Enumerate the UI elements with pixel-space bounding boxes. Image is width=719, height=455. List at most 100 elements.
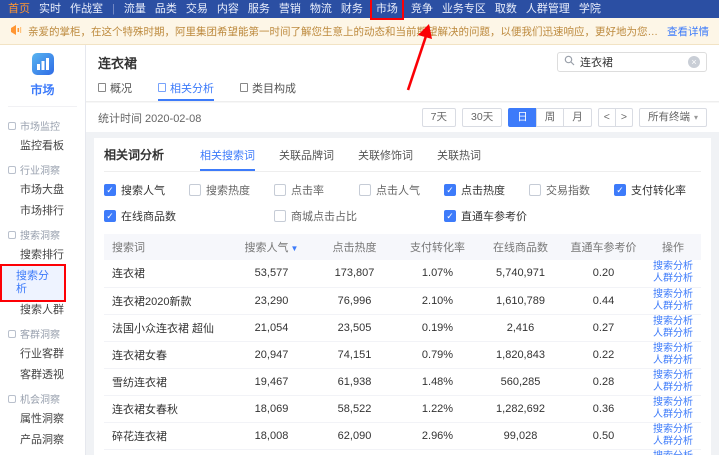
search-analysis-link[interactable]: 搜索分析 <box>649 316 697 328</box>
metric-checkbox-click-rate[interactable]: ✓点击率 <box>274 182 359 198</box>
doc-icon <box>98 83 106 92</box>
column-header-payment-conversion[interactable]: 支付转化率 <box>396 234 479 260</box>
nav-item-business-zone[interactable]: 业务专区 <box>442 0 486 18</box>
nav-item-traffic[interactable]: 流量 <box>124 0 146 18</box>
nav-item-logistics[interactable]: 物流 <box>310 0 332 18</box>
sort-desc-icon[interactable]: ▼ <box>291 244 299 253</box>
metric-checkbox-ztc-reference-price[interactable]: ✓直通车参考价 <box>444 208 614 224</box>
tab-related-brand-words[interactable]: 关联品牌词 <box>279 147 334 171</box>
sidebar-item-market-rank[interactable]: 市场排行 <box>0 201 85 222</box>
terminal-label: 所有终端 <box>648 111 690 124</box>
nav-item-market[interactable]: 市场 <box>372 0 402 18</box>
search-analysis-link[interactable]: 搜索分析 <box>649 370 697 382</box>
crowd-analysis-link[interactable]: 人群分析 <box>649 355 697 367</box>
metric-checkbox-payment-conversion[interactable]: ✓支付转化率 <box>614 182 699 198</box>
tab-related-hot-words[interactable]: 关联热词 <box>437 147 481 171</box>
tab-overview[interactable]: 概况 <box>98 76 132 101</box>
next-date-button[interactable]: > <box>615 108 633 127</box>
crowd-analysis-link[interactable]: 人群分析 <box>649 273 697 285</box>
column-header-search-popularity[interactable]: 搜索人气▼ <box>230 234 313 260</box>
group-label: 机会洞察 <box>20 391 60 406</box>
crowd-analysis-link[interactable]: 人群分析 <box>649 409 697 421</box>
column-header-click-heat[interactable]: 点击热度 <box>313 234 396 260</box>
crowd-analysis-link[interactable]: 人群分析 <box>649 436 697 448</box>
notice-detail-link[interactable]: 查看详情 <box>667 24 709 39</box>
metric-checkbox-click-popularity[interactable]: ✓点击人气 <box>359 182 444 198</box>
metric-checkbox-mall-click-ratio[interactable]: ✓商城点击占比 <box>274 208 444 224</box>
metric-cell: 2,416 <box>479 314 562 341</box>
crowd-analysis-link[interactable]: 人群分析 <box>649 301 697 313</box>
checkbox-icon: ✓ <box>274 184 286 196</box>
column-header-online-products[interactable]: 在线商品数 <box>479 234 562 260</box>
tab-related-search-words[interactable]: 相关搜索词 <box>200 147 255 171</box>
doc-icon <box>158 83 166 92</box>
table-row: 连衣裙女春 20,947 74,151 0.79% 1,820,843 0.22… <box>104 341 701 368</box>
page-title: 连衣裙 <box>98 53 137 72</box>
nav-item-finance[interactable]: 财务 <box>341 0 363 18</box>
nav-item-crowd-management[interactable]: 人群管理 <box>526 0 570 18</box>
sidebar-item-monitor-board[interactable]: 监控看板 <box>0 136 85 157</box>
sidebar-module-label[interactable]: 市场 <box>8 81 77 98</box>
metric-checkbox-search-heat[interactable]: ✓搜索热度 <box>189 182 274 198</box>
related-words-panel: 相关词分析 相关搜索词 关联品牌词 关联修饰词 关联热词 ✓搜索人气 ✓搜索热度… <box>94 138 711 455</box>
column-header-ztc-price[interactable]: 直通车参考价 <box>562 234 645 260</box>
sidebar-group-crowd-insight: 客群洞察 <box>0 321 85 344</box>
metric-checkbox-online-products[interactable]: ✓在线商品数 <box>104 208 274 224</box>
keyword-cell: 孕妇连衣裙 <box>104 449 230 455</box>
sidebar-item-attribute-insight[interactable]: 属性洞察 <box>0 409 85 430</box>
nav-item-realtime[interactable]: 实时 <box>39 0 61 18</box>
metric-checkbox-row-1: ✓搜索人气 ✓搜索热度 ✓点击率 ✓点击人气 ✓点击热度 ✓交易指数 ✓支付转化… <box>104 182 701 198</box>
tab-related-modifier-words[interactable]: 关联修饰词 <box>358 147 413 171</box>
sidebar-item-industry-crowd[interactable]: 行业客群 <box>0 344 85 365</box>
metric-checkbox-click-heat[interactable]: ✓点击热度 <box>444 182 529 198</box>
metric-label: 商城点击占比 <box>291 208 357 224</box>
crowd-analysis-link[interactable]: 人群分析 <box>649 328 697 340</box>
range-30d-button[interactable]: 30天 <box>462 108 502 127</box>
nav-item-marketing[interactable]: 营销 <box>279 0 301 18</box>
nav-item-academy[interactable]: 学院 <box>579 0 601 18</box>
metric-label: 支付转化率 <box>631 182 686 198</box>
search-analysis-link[interactable]: 搜索分析 <box>649 451 697 455</box>
period-week-button[interactable]: 周 <box>536 108 565 127</box>
metric-cell: 560,285 <box>479 368 562 395</box>
metric-checkbox-search-popularity[interactable]: ✓搜索人气 <box>104 182 189 198</box>
search-analysis-link[interactable]: 搜索分析 <box>649 343 697 355</box>
range-7d-button[interactable]: 7天 <box>422 108 456 127</box>
metric-label: 搜索人气 <box>121 182 165 198</box>
clear-icon[interactable]: × <box>688 56 700 68</box>
sidebar-item-search-rank[interactable]: 搜索排行 <box>0 245 85 266</box>
terminal-select[interactable]: 所有终端▾ <box>639 108 707 127</box>
sidebar-item-product-insight[interactable]: 产品洞察 <box>0 430 85 451</box>
search-input[interactable]: 连衣裙 <box>580 54 683 70</box>
metric-label: 在线商品数 <box>121 208 176 224</box>
sidebar-item-market-overview[interactable]: 市场大盘 <box>0 180 85 201</box>
search-analysis-link[interactable]: 搜索分析 <box>649 424 697 436</box>
prev-date-button[interactable]: < <box>598 108 616 127</box>
search-analysis-link[interactable]: 搜索分析 <box>649 261 697 273</box>
tab-category-composition[interactable]: 类目构成 <box>240 76 296 101</box>
table-row: 连衣裙2020新款 23,290 76,996 2.10% 1,610,789 … <box>104 287 701 314</box>
crowd-analysis-link[interactable]: 人群分析 <box>649 382 697 394</box>
metric-cell: 23,290 <box>230 287 313 314</box>
nav-item-trade[interactable]: 交易 <box>186 0 208 18</box>
sidebar-item-search-crowd[interactable]: 搜索人群 <box>0 300 85 321</box>
column-header-actions: 操作 <box>645 234 701 260</box>
nav-item-war-room[interactable]: 作战室 <box>70 0 103 18</box>
search-analysis-link[interactable]: 搜索分析 <box>649 289 697 301</box>
sidebar-item-crowd-perspective[interactable]: 客群透视 <box>0 365 85 386</box>
tab-related-analysis[interactable]: 相关分析 <box>158 76 214 101</box>
nav-item-service[interactable]: 服务 <box>248 0 270 18</box>
nav-item-home[interactable]: 首页 <box>8 0 30 18</box>
period-day-button[interactable]: 日 <box>508 108 537 127</box>
nav-item-competition[interactable]: 竞争 <box>411 0 433 18</box>
nav-item-data-fetch[interactable]: 取数 <box>495 0 517 18</box>
metric-label: 交易指数 <box>546 182 590 198</box>
period-month-button[interactable]: 月 <box>563 108 592 127</box>
metric-cell: 1.48% <box>396 368 479 395</box>
keyword-search-box[interactable]: 连衣裙 × <box>557 52 707 72</box>
metric-checkbox-trade-index[interactable]: ✓交易指数 <box>529 182 614 198</box>
nav-item-category[interactable]: 品类 <box>155 0 177 18</box>
search-analysis-link[interactable]: 搜索分析 <box>649 397 697 409</box>
sidebar-item-search-analysis[interactable]: 搜索分析 <box>2 266 64 300</box>
nav-item-content[interactable]: 内容 <box>217 0 239 18</box>
